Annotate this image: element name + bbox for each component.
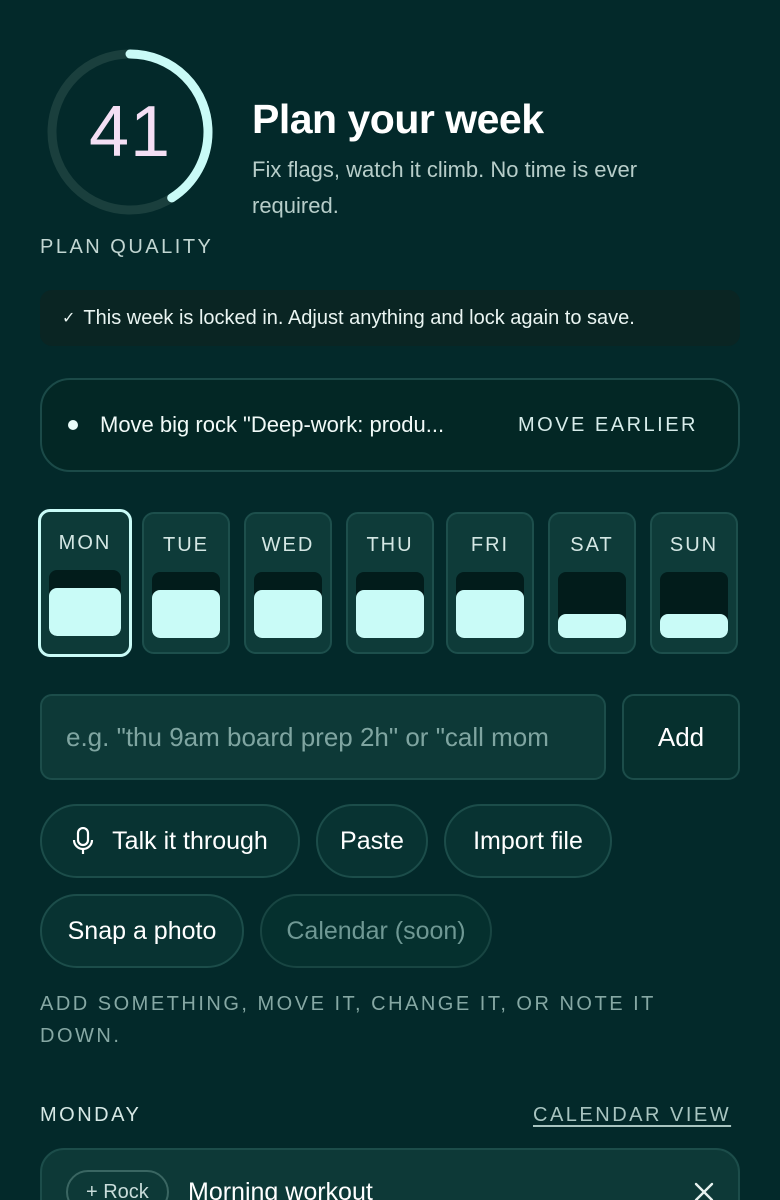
plan-quality-score: 41 xyxy=(88,92,172,172)
day-load-track xyxy=(356,572,424,638)
event-card[interactable]: + Rock Morning workout xyxy=(40,1148,740,1200)
suggestion-card: Move big rock "Deep-work: produ... MOVE … xyxy=(40,378,740,472)
rock-tag-button[interactable]: + Rock xyxy=(66,1170,169,1200)
day-load-bar xyxy=(254,590,322,638)
day-load-bar xyxy=(49,588,121,636)
day-card-sat[interactable]: SAT xyxy=(548,512,636,654)
event-title: Morning workout xyxy=(188,1178,373,1200)
page-title: Plan your week xyxy=(252,96,544,142)
quick-add-input[interactable] xyxy=(40,694,606,780)
talk-it-through-button[interactable]: Talk it through xyxy=(40,804,300,878)
day-label: MON xyxy=(58,532,112,554)
check-icon: ✓ xyxy=(62,310,76,327)
locked-banner: ✓ This week is locked in. Adjust anythin… xyxy=(40,290,740,346)
day-load-track xyxy=(660,572,728,638)
day-load-track xyxy=(152,572,220,638)
day-card-wed[interactable]: WED xyxy=(244,512,332,654)
move-earlier-button[interactable]: MOVE EARLIER xyxy=(518,414,698,437)
day-load-bar xyxy=(660,614,728,638)
day-label: SUN xyxy=(669,534,719,556)
day-load-bar xyxy=(456,590,524,638)
suggestion-text: Move big rock "Deep-work: produ... xyxy=(100,412,445,437)
day-load-track xyxy=(49,570,121,636)
close-icon[interactable] xyxy=(692,1180,716,1200)
input-hint: ADD SOMETHING, MOVE IT, CHANGE IT, OR NO… xyxy=(40,993,656,1047)
day-label: SAT xyxy=(570,534,614,556)
page-subtitle: Fix flags, watch it climb. No time is ev… xyxy=(252,157,638,218)
day-card-mon[interactable]: MON xyxy=(38,509,132,657)
day-label: TUE xyxy=(163,534,209,556)
microphone-icon xyxy=(72,827,94,855)
day-card-tue[interactable]: TUE xyxy=(142,512,230,654)
day-card-sun[interactable]: SUN xyxy=(650,512,738,654)
talk-it-through-label: Talk it through xyxy=(112,826,268,855)
day-load-bar xyxy=(152,590,220,638)
day-section-title: MONDAY xyxy=(40,1104,142,1126)
day-load-track xyxy=(456,572,524,638)
plan-quality-ring: 41 xyxy=(44,46,216,218)
day-label: FRI xyxy=(470,534,510,556)
day-load-bar xyxy=(356,590,424,638)
day-load-bar xyxy=(558,614,626,638)
calendar-view-link[interactable]: CALENDAR VIEW xyxy=(533,1104,731,1127)
day-card-fri[interactable]: FRI xyxy=(446,512,534,654)
plan-quality-label: PLAN QUALITY xyxy=(40,236,214,258)
day-load-track xyxy=(558,572,626,638)
snap-photo-button[interactable]: Snap a photo xyxy=(40,894,244,968)
day-card-thu[interactable]: THU xyxy=(346,512,434,654)
calendar-button: Calendar (soon) xyxy=(260,894,492,968)
bullet-dot-icon xyxy=(68,420,78,430)
day-load-track xyxy=(254,572,322,638)
locked-banner-text: This week is locked in. Adjust anything … xyxy=(83,306,635,329)
day-label: WED xyxy=(261,534,315,556)
import-file-button[interactable]: Import file xyxy=(444,804,612,878)
day-label: THU xyxy=(366,534,414,556)
paste-button[interactable]: Paste xyxy=(316,804,428,878)
add-button[interactable]: Add xyxy=(622,694,740,780)
